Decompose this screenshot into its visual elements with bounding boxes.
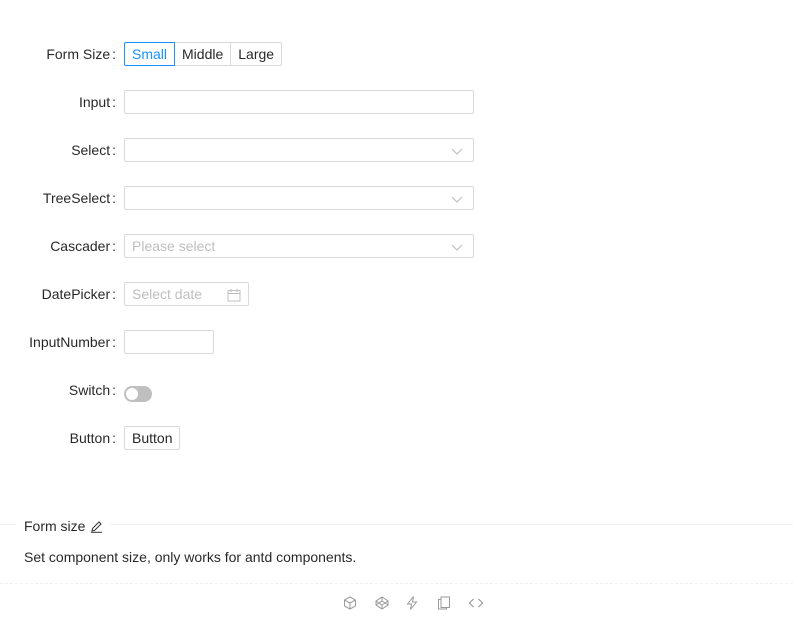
- chevron-down-icon: [451, 148, 463, 155]
- button-label: Button:: [69, 430, 116, 446]
- calendar-icon: [227, 289, 241, 302]
- text-input[interactable]: [124, 90, 474, 114]
- stackblitz-icon[interactable]: [404, 595, 420, 611]
- switch-knob: [126, 388, 138, 400]
- cascader-label: Cascader:: [50, 238, 116, 254]
- meta-divider: [0, 524, 793, 525]
- demo-title-text: Form size: [24, 518, 86, 534]
- tree-select-dropdown[interactable]: [124, 186, 474, 210]
- date-picker-placeholder: Select date: [132, 286, 203, 302]
- demo-title: Form size: [16, 516, 112, 536]
- input-number-label: InputNumber:: [29, 334, 116, 350]
- toggle-switch[interactable]: [124, 386, 152, 402]
- demo-description: Set component size, only works for antd …: [24, 549, 357, 565]
- cascader-dropdown[interactable]: Please select: [124, 234, 474, 258]
- chevron-down-icon: [451, 244, 463, 251]
- demo-actions: [0, 595, 793, 613]
- edit-icon[interactable]: [90, 520, 103, 533]
- size-option-small[interactable]: Small: [124, 42, 176, 66]
- tree-select-label: TreeSelect:: [42, 190, 116, 206]
- select-label: Select:: [71, 142, 116, 158]
- demo-button[interactable]: Button: [124, 426, 181, 450]
- size-option-middle[interactable]: Middle: [174, 42, 232, 66]
- date-picker-label: DatePicker:: [41, 286, 116, 302]
- date-picker-input[interactable]: Select date: [124, 282, 249, 306]
- input-label: Input:: [78, 94, 116, 110]
- codepen-icon[interactable]: [374, 595, 390, 611]
- cascader-placeholder: Please select: [132, 238, 216, 254]
- form-item-switch: Switch:: [0, 378, 152, 402]
- input-number[interactable]: [124, 330, 214, 354]
- chevron-down-icon: [451, 196, 463, 203]
- code-icon[interactable]: [468, 595, 484, 611]
- select-dropdown[interactable]: [124, 138, 474, 162]
- form-size-radio-group: Small Middle Large: [124, 42, 283, 66]
- size-option-large[interactable]: Large: [230, 42, 283, 66]
- form-size-label: Form Size:: [46, 46, 116, 62]
- switch-label: Switch:: [68, 382, 116, 398]
- copy-icon[interactable]: [436, 595, 452, 611]
- actions-divider: [0, 583, 793, 584]
- codesandbox-icon[interactable]: [342, 595, 358, 611]
